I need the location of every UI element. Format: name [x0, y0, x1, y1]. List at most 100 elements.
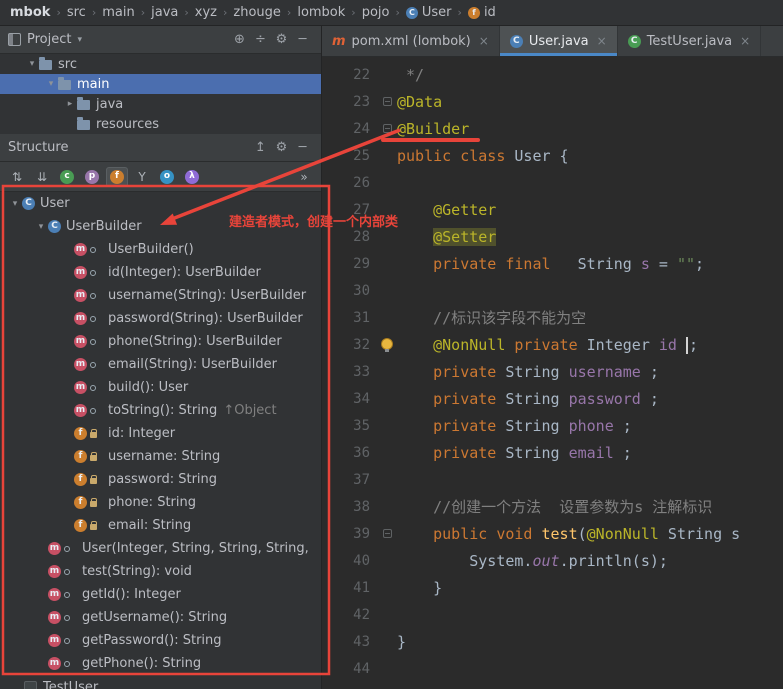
- tab-close-icon[interactable]: ×: [740, 34, 750, 48]
- chevron-down-icon[interactable]: ▾: [34, 222, 48, 232]
- code-text[interactable]: @Setter: [397, 227, 497, 246]
- fold-marker-icon[interactable]: [383, 96, 392, 106]
- line-number[interactable]: 37: [322, 472, 380, 488]
- line-number[interactable]: 32: [322, 337, 380, 353]
- code-text[interactable]: System.out.println(s);: [397, 552, 668, 570]
- structure-row[interactable]: m username(String): UserBuilder: [0, 284, 321, 307]
- structure-row[interactable]: f id: Integer: [0, 422, 321, 445]
- line-number[interactable]: 25: [322, 148, 380, 164]
- structure-row[interactable]: m getUsername(): String: [0, 606, 321, 629]
- code-text[interactable]: @NonNull private Integer id ;: [397, 336, 698, 354]
- code-text[interactable]: public void test(@NonNull String s: [397, 525, 740, 543]
- line-number[interactable]: 43: [322, 634, 380, 650]
- locate-button-icon[interactable]: ⊕: [229, 32, 250, 47]
- tab-close-icon[interactable]: ×: [479, 34, 489, 48]
- collapse-all-button-icon[interactable]: ÷: [250, 32, 271, 47]
- breadcrumb-item[interactable]: zhouge: [229, 4, 285, 21]
- structure-row[interactable]: m UserBuilder(): [0, 238, 321, 261]
- structure-row[interactable]: m build(): User: [0, 376, 321, 399]
- tab-testuser-java[interactable]: C TestUser.java ×: [618, 26, 762, 56]
- code-text[interactable]: */: [397, 66, 424, 84]
- breadcrumb-item[interactable]: mbok: [6, 4, 54, 21]
- structure-row[interactable]: ▾ C User: [0, 192, 321, 215]
- structure-row[interactable]: m getPhone(): String: [0, 652, 321, 675]
- line-number[interactable]: 41: [322, 580, 380, 596]
- project-row-java[interactable]: ▸ java: [0, 94, 321, 114]
- breadcrumb-item[interactable]: java: [147, 4, 182, 21]
- structure-row[interactable]: f phone: String: [0, 491, 321, 514]
- structure-row[interactable]: f password: String: [0, 468, 321, 491]
- more-actions-button-icon[interactable]: »: [293, 167, 315, 187]
- code-text[interactable]: @Builder: [397, 120, 469, 138]
- breadcrumb-item[interactable]: xyz: [191, 4, 221, 21]
- code-text[interactable]: private final String s = "";: [397, 255, 704, 273]
- scroll-to-source-button-icon[interactable]: ↥: [250, 140, 271, 155]
- chevron-down-icon[interactable]: ▾: [44, 79, 58, 89]
- tab-close-icon[interactable]: ×: [597, 34, 607, 48]
- tab-user-java[interactable]: C User.java ×: [499, 26, 618, 56]
- structure-row[interactable]: ▾ C UserBuilder: [0, 215, 321, 238]
- line-number[interactable]: 39: [322, 526, 380, 542]
- line-number[interactable]: 42: [322, 607, 380, 623]
- tab-pom-xml-lombok-[interactable]: m pom.xml (lombok) ×: [322, 26, 500, 56]
- partial-bottom-row[interactable]: TestUser: [0, 677, 322, 689]
- breadcrumb-item[interactable]: lombok: [293, 4, 349, 21]
- hide-panel-button-icon[interactable]: ─: [292, 32, 313, 47]
- code-text[interactable]: //创建一个方法 设置参数为s 注解标识: [397, 496, 712, 517]
- structure-row[interactable]: f email: String: [0, 514, 321, 537]
- line-number[interactable]: 28: [322, 229, 380, 245]
- chevron-down-icon[interactable]: ▾: [77, 35, 82, 45]
- structure-row[interactable]: f username: String: [0, 445, 321, 468]
- line-number[interactable]: 34: [322, 391, 380, 407]
- line-number[interactable]: 24: [322, 121, 380, 137]
- sort-visibility-button-icon[interactable]: ⇊: [31, 167, 53, 187]
- chevron-down-icon[interactable]: ▾: [25, 59, 39, 69]
- chevron-down-icon[interactable]: ▾: [8, 199, 22, 209]
- line-number[interactable]: 27: [322, 202, 380, 218]
- settings-button-icon[interactable]: ⚙: [271, 140, 292, 155]
- breadcrumb-item[interactable]: f id: [464, 4, 500, 21]
- code-text[interactable]: private String password ;: [397, 390, 659, 408]
- fold-marker-icon[interactable]: [383, 528, 392, 538]
- structure-row[interactable]: m test(String): void: [0, 560, 321, 583]
- code-text[interactable]: @Data: [397, 93, 442, 111]
- structure-row[interactable]: m phone(String): UserBuilder: [0, 330, 321, 353]
- show-lambdas-toggle-icon[interactable]: λ: [181, 167, 203, 187]
- chevron-right-icon[interactable]: ▸: [63, 99, 77, 109]
- intention-bulb-icon[interactable]: [381, 337, 393, 352]
- show-properties-toggle-icon[interactable]: p: [81, 167, 103, 187]
- line-number[interactable]: 22: [322, 67, 380, 83]
- line-number[interactable]: 44: [322, 661, 380, 677]
- show-objects-toggle-icon[interactable]: o: [156, 167, 178, 187]
- show-classes-toggle-icon[interactable]: c: [56, 167, 78, 187]
- line-number[interactable]: 40: [322, 553, 380, 569]
- settings-button-icon[interactable]: ⚙: [271, 32, 292, 47]
- code-text[interactable]: public class User {: [397, 147, 569, 165]
- code-lines[interactable]: 22 */ 23 @Data 24 @Builder 25 public class Use…: [322, 57, 783, 689]
- code-text[interactable]: }: [397, 633, 406, 651]
- code-text[interactable]: private String phone ;: [397, 417, 632, 435]
- line-number[interactable]: 31: [322, 310, 380, 326]
- line-number[interactable]: 30: [322, 283, 380, 299]
- code-text[interactable]: @Getter: [397, 201, 496, 219]
- line-number[interactable]: 29: [322, 256, 380, 272]
- line-number[interactable]: 35: [322, 418, 380, 434]
- breadcrumb-item[interactable]: src: [63, 4, 90, 21]
- code-text[interactable]: private String username ;: [397, 363, 659, 381]
- line-number[interactable]: 23: [322, 94, 380, 110]
- project-row-src[interactable]: ▾ src: [0, 54, 321, 74]
- show-fields-toggle-icon[interactable]: f: [106, 166, 128, 187]
- structure-row[interactable]: m User(Integer, String, String, String,: [0, 537, 321, 560]
- structure-row[interactable]: m getId(): Integer: [0, 583, 321, 606]
- hide-panel-button-icon[interactable]: ─: [292, 140, 313, 155]
- code-text[interactable]: private String email ;: [397, 444, 632, 462]
- project-row-resources[interactable]: resources: [0, 114, 321, 134]
- line-number[interactable]: 33: [322, 364, 380, 380]
- structure-row[interactable]: m id(Integer): UserBuilder: [0, 261, 321, 284]
- line-number[interactable]: 38: [322, 499, 380, 515]
- structure-row[interactable]: m toString(): String ↑Object: [0, 399, 321, 422]
- breadcrumb-item[interactable]: main: [98, 4, 138, 21]
- line-number[interactable]: 26: [322, 175, 380, 191]
- line-number[interactable]: 36: [322, 445, 380, 461]
- breadcrumb-item[interactable]: pojo: [358, 4, 394, 21]
